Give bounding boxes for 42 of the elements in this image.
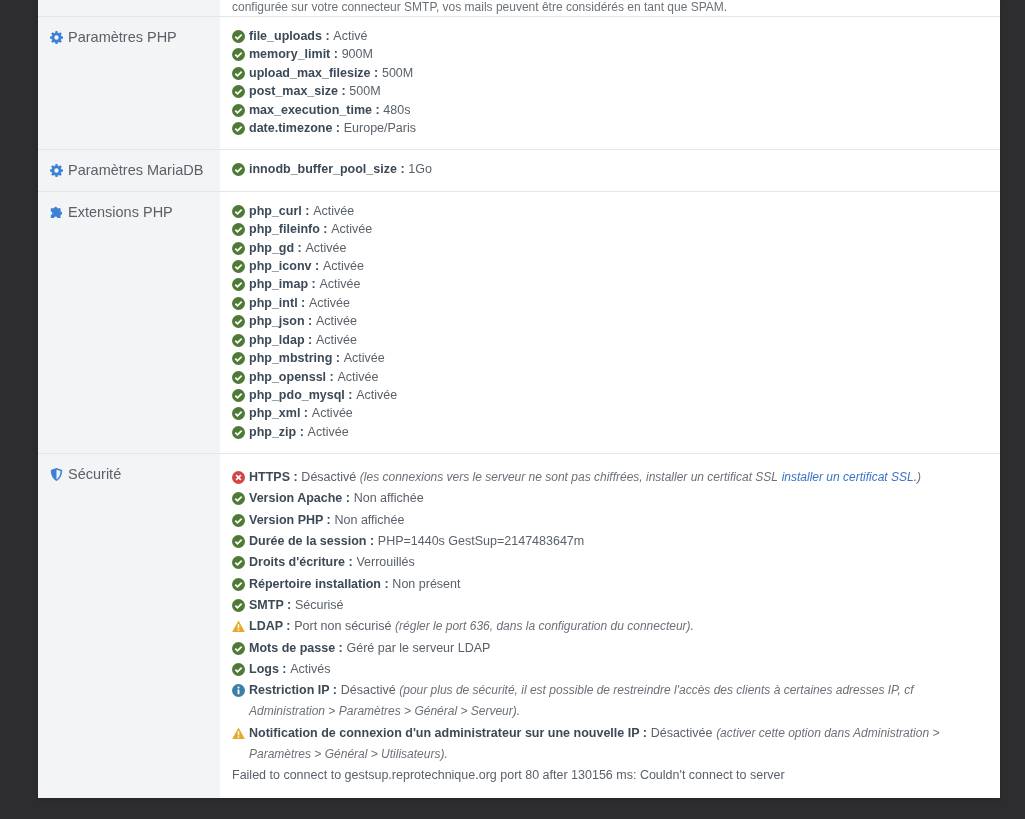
section-title: Paramètres MariaDB — [68, 162, 204, 179]
status-text: SMTP : Sécurisé — [249, 596, 344, 614]
status-text: php_zip : Activée — [249, 423, 349, 441]
status-text: Mots de passe : Géré par le serveur LDAP — [249, 639, 491, 657]
status-text: php_curl : Activée — [249, 202, 355, 220]
status-text: max_execution_time : 480s — [249, 101, 411, 119]
status-text: Notification de connexion d'un administrateur sur une nouvelle IP : Désactivée (activer cette option dans Administration > Paramètres > Général > Utilisateurs). — [249, 724, 941, 763]
status-text: php_ldap : Activée — [249, 331, 357, 349]
gear-icon — [50, 163, 63, 177]
status-text: memory_limit : 900M — [249, 46, 373, 64]
status-text: date.timezone : Europe/Paris — [249, 120, 416, 138]
error-message: Failed to connect to gestsup.reprotechnique.org port 80 after 130156 ms: Couldn't connect to server — [232, 767, 786, 785]
status-text: post_max_size : 500M — [249, 83, 381, 101]
status-text: Logs : Activés — [249, 660, 331, 678]
puzzle-icon — [50, 205, 63, 219]
section-title: Extensions PHP — [68, 203, 173, 220]
status-text: php_fileinfo : Activée — [249, 221, 373, 239]
status-text: php_intl : Activée — [249, 294, 350, 312]
section-title: Paramètres PHP — [68, 29, 177, 45]
status-text: LDAP : Port non sécurisé (régler le port 636, dans la configuration du connecteur). — [249, 618, 694, 636]
status-text: innodb_buffer_pool_size : 1Go — [249, 161, 432, 179]
status-text: php_xml : Activée — [249, 405, 353, 423]
status-text: php_openssl : Activée — [249, 368, 379, 386]
status-text: php_pdo_mysql : Activée — [249, 386, 398, 404]
gear-icon — [50, 30, 63, 44]
status-text: Droits d'écriture : Verrouillés — [249, 554, 415, 572]
status-text: Durée de la session : PHP=1440s GestSup=2147483647m — [249, 533, 585, 550]
shield-icon — [50, 467, 63, 481]
section-title: Sécurité — [68, 466, 122, 483]
status-text: file_uploads : Activé — [249, 28, 368, 45]
status-text: Répertoire installation : Non présent — [249, 575, 461, 593]
notice-text: configurée sur votre connecteur SMTP, vos mails peuvent être considérés en tant que SPAM. — [232, 0, 728, 14]
status-text: php_json : Activée — [249, 313, 357, 331]
status-text: upload_max_filesize : 500M — [249, 64, 414, 82]
status-text: Restriction IP : Désactivé (pour plus de sécurité, il est possible de restreindre l'accès des clients à certaines adresses IP, cf Administration > Paramètres > Général > Serveur). — [249, 682, 916, 721]
status-text: php_mbstring : Activée — [249, 350, 385, 368]
status-text: Version PHP : Non affichée — [249, 511, 405, 529]
status-text: php_iconv : Activée — [249, 258, 364, 276]
status-text: php_imap : Activée — [249, 276, 361, 294]
status-text: php_gd : Activée — [249, 239, 347, 257]
status-text: Version Apache : Non affichée — [249, 490, 424, 508]
status-text: HTTPS : Désactivé (les connexions vers le serveur ne sont pas chiffrées, installer un certificat SSL installer un certificat SSL.) — [249, 469, 922, 487]
